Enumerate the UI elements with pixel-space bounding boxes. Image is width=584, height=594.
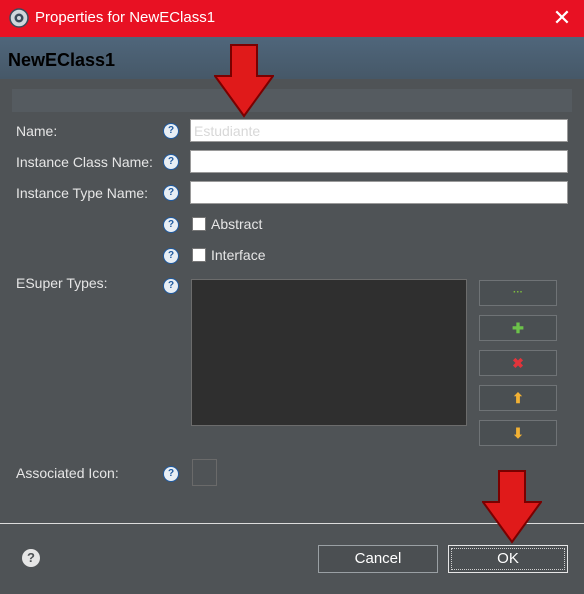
name-label: Name: (16, 123, 58, 139)
header-band (12, 89, 572, 112)
arrow-up-icon: ⬆ (512, 390, 524, 406)
remove-button[interactable]: ✖ (479, 350, 557, 376)
esuper-types-list[interactable] (191, 279, 467, 426)
instance-type-field[interactable] (190, 181, 568, 204)
window-title: Properties for NewEClass1 (35, 9, 216, 26)
help-icon[interactable]: ? (163, 123, 179, 139)
ellipsis-icon: ··· (513, 287, 523, 298)
instance-class-field[interactable] (190, 150, 568, 173)
associated-icon-label: Associated Icon: (16, 465, 119, 481)
add-button[interactable]: ✚ (479, 315, 557, 341)
browse-button[interactable]: ··· (479, 280, 557, 306)
interface-checkbox[interactable] (192, 248, 206, 262)
close-icon[interactable]: ✕ (548, 5, 576, 31)
annotation-arrow-icon (482, 470, 542, 544)
ok-button[interactable]: OK (448, 545, 568, 573)
esuper-types-label: ESuper Types: (16, 275, 108, 291)
annotation-arrow-icon (214, 44, 274, 118)
interface-label: Interface (211, 247, 266, 263)
arrow-down-icon: ⬇ (512, 425, 524, 441)
help-icon[interactable]: ? (163, 154, 179, 170)
abstract-label: Abstract (211, 216, 263, 232)
help-icon[interactable]: ? (22, 549, 40, 567)
help-icon[interactable]: ? (163, 466, 179, 482)
plus-icon: ✚ (512, 320, 524, 336)
instance-type-label: Instance Type Name: (16, 185, 149, 201)
name-value: Estudiante (194, 123, 261, 139)
help-icon[interactable]: ? (163, 217, 179, 233)
cancel-button[interactable]: Cancel (318, 545, 438, 573)
move-up-button[interactable]: ⬆ (479, 385, 557, 411)
page-title: NewEClass1 (8, 50, 116, 70)
gear-icon (9, 8, 29, 28)
red-x-icon: ✖ (512, 355, 524, 371)
instance-class-label: Instance Class Name: (16, 154, 153, 170)
associated-icon-well[interactable] (192, 459, 217, 486)
help-icon[interactable]: ? (163, 185, 179, 201)
move-down-button[interactable]: ⬇ (479, 420, 557, 446)
help-icon[interactable]: ? (163, 278, 179, 294)
help-icon[interactable]: ? (163, 248, 179, 264)
name-field[interactable]: Estudiante (190, 119, 568, 142)
abstract-checkbox[interactable] (192, 217, 206, 231)
